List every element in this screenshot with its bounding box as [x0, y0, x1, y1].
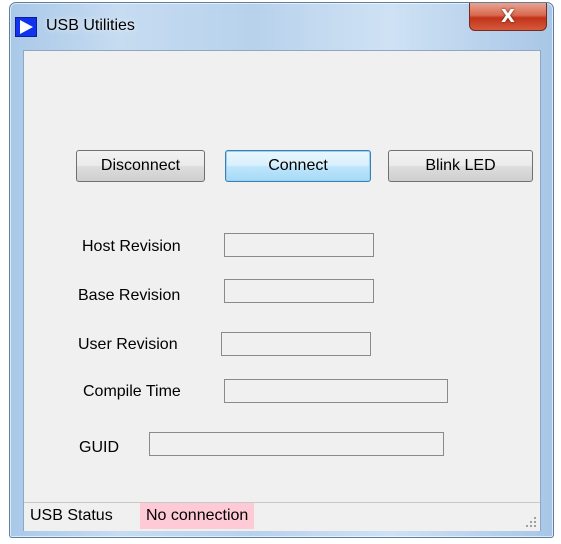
- usb-status-value: No connection: [140, 503, 255, 529]
- base-revision-label: Base Revision: [78, 287, 181, 304]
- resize-grip-icon[interactable]: [525, 516, 537, 528]
- guid-label: GUID: [79, 439, 119, 456]
- base-revision-field[interactable]: [224, 279, 374, 303]
- disconnect-button[interactable]: Disconnect: [76, 150, 205, 182]
- usb-status-label: USB Status: [30, 507, 113, 524]
- window-title: USB Utilities: [46, 17, 135, 34]
- user-revision-label: User Revision: [78, 336, 178, 353]
- title-bar[interactable]: USB Utilities X: [10, 3, 553, 49]
- user-revision-field[interactable]: [221, 332, 371, 356]
- blink-led-button[interactable]: Blink LED: [388, 150, 533, 182]
- connect-button[interactable]: Connect: [225, 150, 371, 182]
- status-bar: USB Status No connection: [24, 502, 540, 531]
- client-area: Disconnect Connect Blink LED Host Revisi…: [23, 50, 541, 531]
- compile-time-field[interactable]: [224, 379, 448, 403]
- close-icon: X: [501, 5, 515, 27]
- usb-utilities-window: USB Utilities X Disconnect Connect Blink…: [9, 2, 554, 538]
- close-button[interactable]: X: [469, 3, 547, 31]
- host-revision-label: Host Revision: [82, 238, 181, 255]
- compile-time-label: Compile Time: [83, 383, 181, 400]
- guid-field[interactable]: [149, 432, 444, 456]
- play-triangle-icon: [15, 17, 37, 37]
- host-revision-field[interactable]: [224, 233, 374, 257]
